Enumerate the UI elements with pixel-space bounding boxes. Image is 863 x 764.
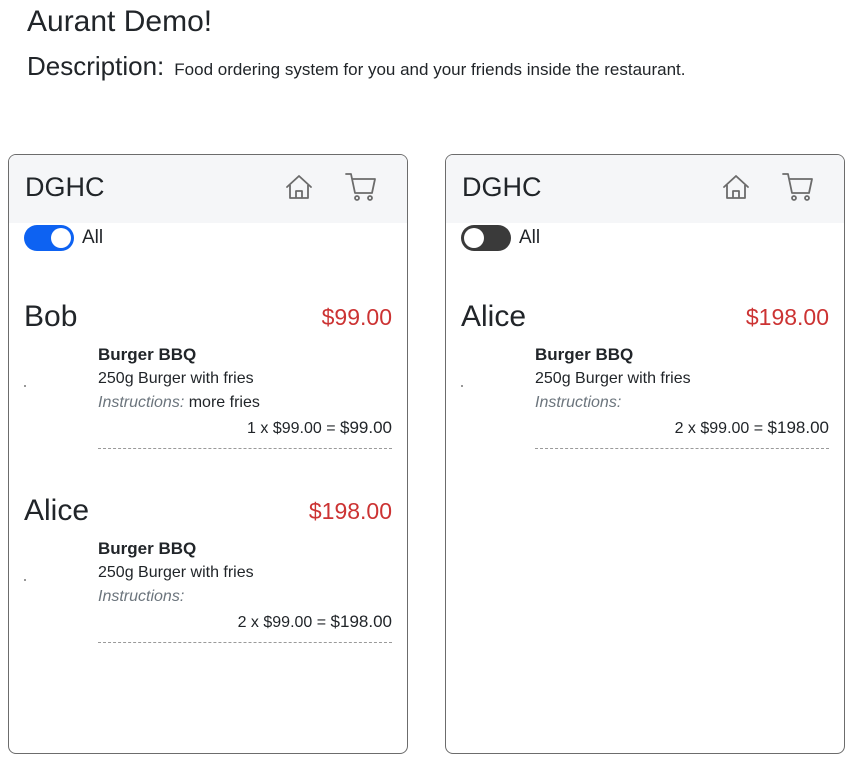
person-name: Bob [24, 300, 78, 333]
item-image-placeholder [24, 385, 26, 387]
cart-icon[interactable] [781, 169, 815, 203]
order-item: Burger BBQ 250g Burger with fries Instru… [461, 343, 829, 449]
item-instructions: Instructions: [98, 585, 392, 609]
item-calculation: 2 x $99.00 = $198.00 [98, 609, 392, 636]
description-label: Description: [27, 51, 165, 81]
item-description: 250g Burger with fries [98, 564, 254, 581]
instructions-label: Instructions: [535, 394, 622, 411]
toggle-knob [464, 228, 484, 248]
calc-total: $198.00 [767, 418, 829, 437]
person-total: $198.00 [308, 497, 392, 524]
instructions-value: more fries [188, 394, 260, 411]
description-row: Description: Food ordering system for yo… [27, 48, 686, 84]
calc-prefix: 2 x $99.00 = [674, 420, 768, 437]
phone-frame-all-off: DGHC All Alice $198.00 Burger BBQ 250g B… [445, 154, 845, 754]
item-calculation: 2 x $99.00 = $198.00 [535, 415, 829, 442]
order-item: Burger BBQ 250g Burger with fries Instru… [24, 343, 392, 449]
person-name: Alice [461, 300, 527, 333]
toggle-knob [51, 228, 71, 248]
calc-prefix: 2 x $99.00 = [237, 614, 331, 631]
item-description: 250g Burger with fries [535, 370, 691, 387]
description-text: Food ordering system for you and your fr… [174, 60, 686, 79]
person-header: Alice $198.00 [24, 489, 392, 533]
person-total: $198.00 [745, 303, 829, 330]
home-icon[interactable] [284, 172, 314, 202]
person-order-alice: Alice $198.00 Burger BBQ 250g Burger wit… [461, 295, 829, 449]
item-instructions: Instructions: [535, 391, 829, 415]
navbar: DGHC [446, 155, 844, 223]
navbar: DGHC [9, 155, 407, 223]
all-toggle-label: All [519, 227, 541, 248]
person-total: $99.00 [321, 303, 392, 330]
page: Aurant Demo! Description: Food ordering … [0, 0, 863, 764]
home-icon[interactable] [721, 172, 751, 202]
item-instructions: Instructions: more fries [98, 391, 392, 415]
all-toggle-label: All [82, 227, 104, 248]
all-toggle-switch[interactable] [24, 225, 74, 251]
navbar-brand[interactable]: DGHC [25, 169, 105, 205]
phone-frame-all-on: DGHC All Bob $99.00 Burger BBQ 250g Burg… [8, 154, 408, 754]
all-toggle-row: All [24, 223, 103, 253]
instructions-label: Instructions: [98, 394, 185, 411]
person-order-alice: Alice $198.00 Burger BBQ 250g Burger wit… [24, 489, 392, 643]
orders-list: Bob $99.00 Burger BBQ 250g Burger with f… [24, 295, 392, 683]
calc-prefix: 1 x $99.00 = [247, 420, 340, 437]
person-name: Alice [24, 494, 90, 527]
navbar-brand[interactable]: DGHC [462, 169, 542, 205]
item-title: Burger BBQ [535, 345, 634, 364]
orders-list: Alice $198.00 Burger BBQ 250g Burger wit… [461, 295, 829, 489]
all-toggle-switch[interactable] [461, 225, 511, 251]
calc-total: $99.00 [340, 418, 392, 437]
person-order-bob: Bob $99.00 Burger BBQ 250g Burger with f… [24, 295, 392, 449]
item-description: 250g Burger with fries [98, 370, 254, 387]
all-toggle-row: All [461, 223, 540, 253]
app-title: Aurant Demo! [27, 5, 213, 38]
person-header: Bob $99.00 [24, 295, 392, 339]
item-image-placeholder [24, 579, 26, 581]
order-item: Burger BBQ 250g Burger with fries Instru… [24, 537, 392, 643]
item-title: Burger BBQ [98, 345, 197, 364]
person-header: Alice $198.00 [461, 295, 829, 339]
item-calculation: 1 x $99.00 = $99.00 [98, 415, 392, 442]
calc-total: $198.00 [330, 612, 392, 631]
item-title: Burger BBQ [98, 539, 197, 558]
item-image-placeholder [461, 385, 463, 387]
instructions-label: Instructions: [98, 588, 185, 605]
cart-icon[interactable] [344, 169, 378, 203]
